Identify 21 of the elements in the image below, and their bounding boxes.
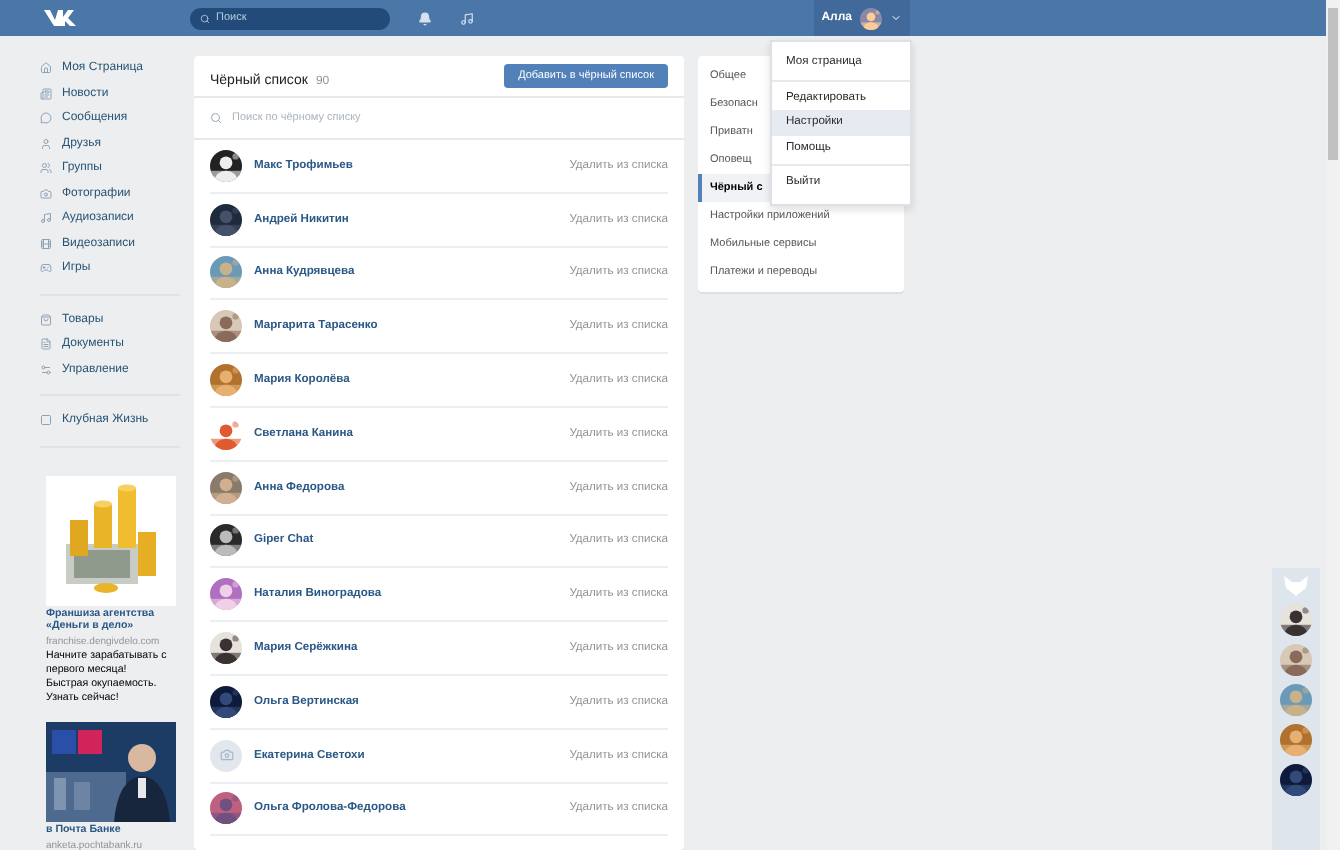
person-icon <box>40 137 52 150</box>
logo-icon[interactable] <box>44 8 80 28</box>
newspaper-icon <box>40 87 52 100</box>
shopping-bag-icon <box>40 313 52 326</box>
house-icon <box>40 62 52 75</box>
film-icon <box>40 237 52 250</box>
people-icon <box>40 162 52 175</box>
camera-icon <box>219 748 233 763</box>
scrollbar[interactable] <box>1326 0 1340 850</box>
search-icon <box>200 13 210 23</box>
speech-bubble-icon <box>40 112 52 125</box>
gamepad-icon <box>40 262 52 275</box>
square-icon <box>40 414 52 427</box>
camera-icon <box>40 187 52 200</box>
music-note-icon <box>40 212 52 225</box>
music-note-icon[interactable] <box>460 11 474 25</box>
document-icon <box>40 338 52 351</box>
search-icon <box>210 112 222 124</box>
sliders-icon <box>40 363 52 376</box>
caret-icon <box>890 12 902 24</box>
bell-icon[interactable] <box>418 11 432 25</box>
